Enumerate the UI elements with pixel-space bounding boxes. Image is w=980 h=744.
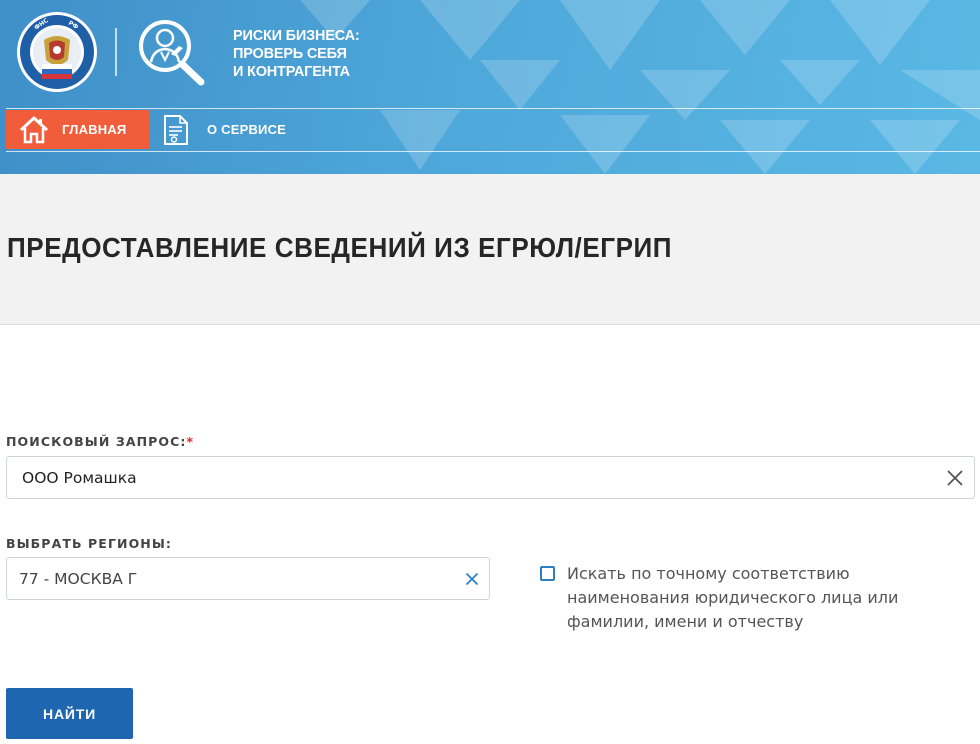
search-input[interactable]: ООО Ромашка xyxy=(6,456,975,499)
service-title-line: ПРОВЕРЬ СЕБЯ xyxy=(233,46,347,62)
document-icon xyxy=(164,114,188,145)
risk-magnifier-logo xyxy=(139,20,205,86)
find-button[interactable]: НАЙТИ xyxy=(6,688,133,739)
region-select[interactable]: 77 - МОСКВА Г xyxy=(6,557,490,600)
required-mark: * xyxy=(186,434,195,449)
region-label: ВЫБРАТЬ РЕГИОНЫ: xyxy=(6,536,173,551)
nav-about-tab[interactable]: О СЕРВИСЕ xyxy=(162,110,286,149)
header-divider xyxy=(115,28,117,76)
region-select-value: 77 - МОСКВА Г xyxy=(19,569,138,588)
exact-match-label[interactable]: Искать по точному соответствию наименова… xyxy=(567,562,947,634)
site-header: ФНС РФ РИСКИ БИЗНЕСА: ПРОВЕРЬ СЕБЯ И КОН… xyxy=(0,0,980,174)
page-title: ПРЕДОСТАВЛЕНИЕ СВЕДЕНИЙ ИЗ ЕГРЮЛ/ЕГРИП xyxy=(7,232,673,263)
query-label: ПОИСКОВЫЙ ЗАПРОС:* xyxy=(6,434,194,449)
clear-search-icon[interactable] xyxy=(946,469,964,487)
service-title-line: И КОНТРАГЕНТА xyxy=(233,64,350,80)
house-icon xyxy=(19,116,49,143)
fns-emblem-logo[interactable]: ФНС РФ xyxy=(16,10,98,94)
service-title: РИСКИ БИЗНЕСА: ПРОВЕРЬ СЕБЯ И КОНТРАГЕНТ… xyxy=(233,27,393,81)
title-band: ПРЕДОСТАВЛЕНИЕ СВЕДЕНИЙ ИЗ ЕГРЮЛ/ЕГРИП xyxy=(0,174,980,325)
nav-divider-bottom xyxy=(6,151,980,152)
nav-home-label: ГЛАВНАЯ xyxy=(62,122,127,137)
query-label-text: ПОИСКОВЫЙ ЗАПРОС: xyxy=(6,434,187,449)
exact-match-checkbox[interactable] xyxy=(540,566,555,581)
nav-divider-top xyxy=(6,108,980,109)
service-title-line: РИСКИ БИЗНЕСА: xyxy=(233,28,360,44)
clear-region-icon[interactable] xyxy=(465,572,479,586)
search-input-value: ООО Ромашка xyxy=(22,468,137,487)
nav-home-tab[interactable]: ГЛАВНАЯ xyxy=(6,110,149,149)
nav-about-label: О СЕРВИСЕ xyxy=(207,122,287,137)
